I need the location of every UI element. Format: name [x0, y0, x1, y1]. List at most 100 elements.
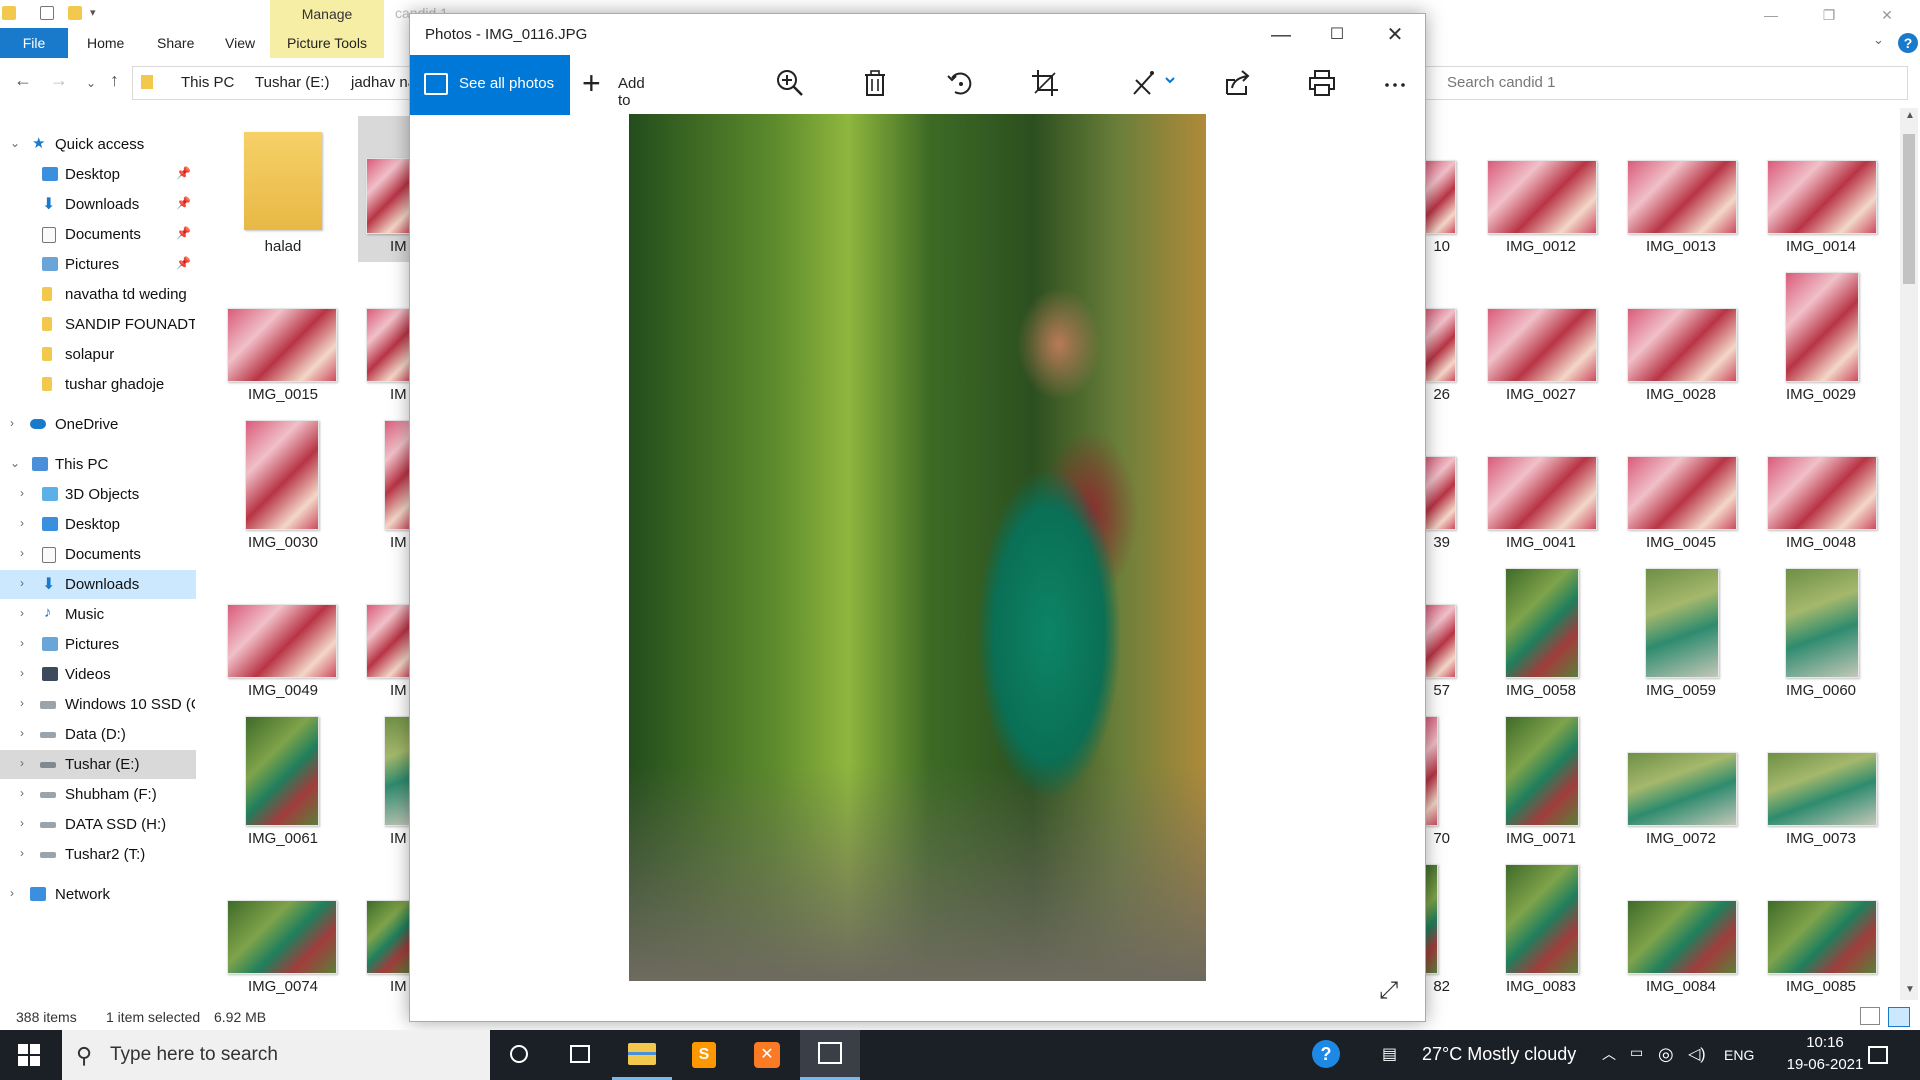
file-tile[interactable]: IMG_0041 [1476, 412, 1606, 558]
file-tile[interactable]: IMG_0074 [218, 856, 348, 1002]
nav-documents[interactable]: Documents 📌 [0, 220, 196, 249]
chevron-right-icon[interactable]: › [10, 416, 14, 430]
nav-folder[interactable]: tushar ghadoje [0, 370, 196, 399]
recent-locations-icon[interactable]: ⌄ [86, 76, 96, 90]
help-icon[interactable]: ? [1898, 33, 1918, 53]
file-tile[interactable]: IMG_0028 [1616, 264, 1746, 410]
chevron-right-icon[interactable]: › [20, 516, 24, 530]
chevron-right-icon[interactable]: › [20, 486, 24, 500]
file-tile[interactable]: IMG_0013 [1616, 116, 1746, 262]
manage-tab[interactable]: Manage [270, 0, 384, 28]
close-icon[interactable]: ✕ [1370, 18, 1420, 52]
nav-desktop[interactable]: › Desktop [0, 510, 196, 539]
main-photo[interactable] [629, 114, 1206, 981]
large-icons-view-icon[interactable] [1888, 1007, 1910, 1027]
rotate-icon[interactable] [945, 68, 975, 98]
chevron-right-icon[interactable]: › [20, 726, 24, 740]
file-tile[interactable]: IMG_0071 [1476, 708, 1606, 854]
nav-3d-objects[interactable]: › 3D Objects [0, 480, 196, 509]
notifications-icon[interactable] [1868, 1046, 1888, 1064]
volume-icon[interactable]: ◁) [1688, 1044, 1706, 1064]
nav-videos[interactable]: › Videos [0, 660, 196, 689]
print-icon[interactable] [1307, 68, 1337, 98]
file-tile[interactable]: 57 [1424, 560, 1460, 706]
tab-view[interactable]: View [225, 28, 255, 58]
file-tile[interactable]: IM [358, 560, 412, 706]
taskbar-search-input[interactable]: ⚲ Type here to search [62, 1030, 490, 1080]
file-tile[interactable]: IM [358, 412, 412, 558]
customize-qat-icon[interactable]: ▾ [90, 6, 96, 19]
nav-onedrive[interactable]: › OneDrive [0, 410, 196, 439]
file-tile[interactable]: 70 [1424, 708, 1460, 854]
file-tile[interactable]: IM [358, 856, 412, 1002]
more-icon[interactable] [1380, 68, 1410, 98]
breadcrumb-drive[interactable]: Tushar (E:) [255, 74, 329, 91]
file-tile[interactable]: IMG_0045 [1616, 412, 1746, 558]
scroll-up-icon[interactable]: ▲ [1905, 110, 1915, 121]
task-view-icon[interactable] [550, 1030, 610, 1080]
chevron-right-icon[interactable]: › [10, 886, 14, 900]
folder-tile[interactable]: halad [218, 116, 348, 262]
nav-drive-f[interactable]: › Shubham (F:) [0, 780, 196, 809]
globe-icon[interactable]: ◎ [1658, 1044, 1674, 1065]
nav-pictures[interactable]: Pictures 📌 [0, 250, 196, 279]
file-tile[interactable]: IMG_0072 [1616, 708, 1746, 854]
restore-icon[interactable]: ❐ [1806, 2, 1852, 28]
nav-pictures[interactable]: › Pictures [0, 630, 196, 659]
chevron-down-icon[interactable]: ⌄ [10, 456, 20, 470]
battery-icon[interactable]: ▭ [1630, 1044, 1643, 1061]
edit-icon[interactable] [1130, 68, 1180, 98]
forward-icon[interactable]: → [50, 70, 68, 91]
help-icon[interactable]: ? [1312, 1040, 1340, 1068]
nav-drive-d[interactable]: › Data (D:) [0, 720, 196, 749]
weather-text[interactable]: 27°C Mostly cloudy [1422, 1044, 1576, 1065]
file-tile[interactable]: IMG_0012 [1476, 116, 1606, 262]
nav-quick-access[interactable]: ⌄ ★ Quick access [0, 130, 196, 159]
tab-share[interactable]: Share [157, 28, 194, 58]
new-folder-icon[interactable] [68, 6, 82, 20]
nav-folder[interactable]: SANDIP FOUNADTI [0, 310, 196, 339]
file-tile[interactable]: IMG_0083 [1476, 856, 1606, 1002]
chevron-up-icon[interactable]: ︿ [1602, 1044, 1616, 1064]
file-tile[interactable]: IMG_0060 [1756, 560, 1886, 706]
nav-documents[interactable]: › Documents [0, 540, 196, 569]
vertical-scrollbar[interactable]: ▲ ▼ [1900, 108, 1918, 1000]
chevron-right-icon[interactable]: › [20, 606, 24, 620]
file-tile[interactable]: IMG_0015 [218, 264, 348, 410]
close-icon[interactable]: ✕ [1864, 2, 1910, 28]
chevron-right-icon[interactable]: › [20, 756, 24, 770]
file-tile[interactable]: 39 [1424, 412, 1460, 558]
delete-icon[interactable] [860, 68, 890, 98]
photos-taskbar-icon[interactable] [800, 1030, 860, 1080]
scroll-down-icon[interactable]: ▼ [1905, 984, 1915, 995]
file-tile[interactable]: IMG_0014 [1756, 116, 1886, 262]
cortana-icon[interactable] [490, 1030, 550, 1080]
file-tile[interactable]: IMG_0029 [1756, 264, 1886, 410]
file-tile[interactable]: IM [358, 116, 412, 262]
nav-music[interactable]: › ♪ Music [0, 600, 196, 629]
news-icon[interactable]: ▤ [1382, 1044, 1397, 1064]
nav-drive-t[interactable]: › Tushar2 (T:) [0, 840, 196, 869]
file-tile[interactable]: IMG_0059 [1616, 560, 1746, 706]
address-field[interactable]: This PC Tushar (E:) jadhav na [132, 66, 416, 100]
zoom-in-icon[interactable] [775, 68, 805, 98]
chevron-down-icon[interactable]: ⌄ [1873, 32, 1884, 48]
maximize-icon[interactable]: ☐ [1312, 18, 1362, 52]
file-tile[interactable]: IMG_0073 [1756, 708, 1886, 854]
language-indicator[interactable]: ENG [1724, 1047, 1754, 1063]
nav-folder[interactable]: navatha td weding [0, 280, 196, 309]
minimize-icon[interactable]: — [1256, 18, 1306, 52]
properties-icon[interactable] [40, 6, 54, 20]
file-tile[interactable]: IMG_0027 [1476, 264, 1606, 410]
clock-time[interactable]: 10:16 [1790, 1034, 1860, 1051]
nav-downloads[interactable]: › ⬇ Downloads [0, 570, 196, 599]
nav-network[interactable]: › Network [0, 880, 196, 909]
file-tile[interactable]: IMG_0049 [218, 560, 348, 706]
sublime-text-icon[interactable]: S [674, 1030, 734, 1080]
windows-start-icon[interactable] [18, 1044, 40, 1066]
xampp-icon[interactable]: ✕ [736, 1030, 796, 1080]
expand-icon[interactable]: ⤢ [1379, 977, 1398, 1005]
file-tile[interactable]: 82 [1424, 856, 1460, 1002]
nav-desktop[interactable]: Desktop 📌 [0, 160, 196, 189]
chevron-right-icon[interactable]: › [20, 786, 24, 800]
